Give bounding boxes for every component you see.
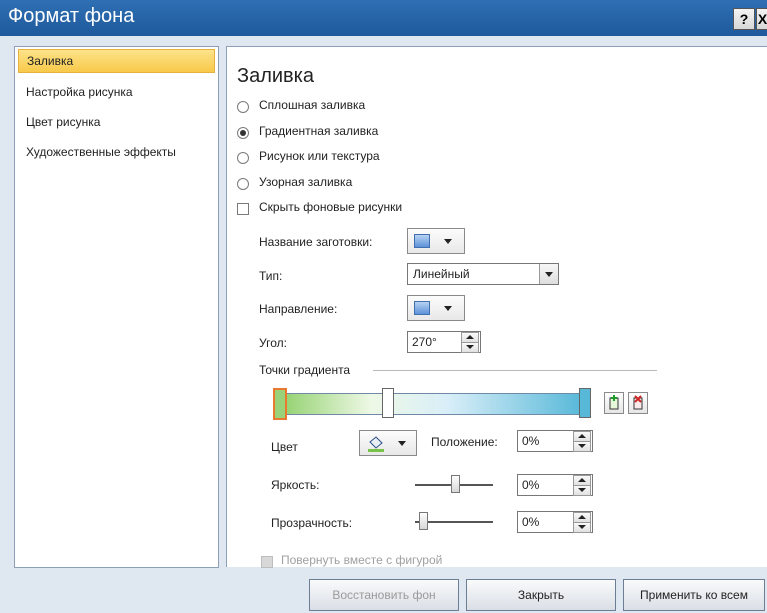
color-dropdown[interactable] (359, 430, 417, 456)
color-label: Цвет (271, 440, 298, 454)
direction-swatch-icon (414, 301, 430, 315)
transparency-down-button[interactable] (573, 522, 591, 533)
radio-picture-texture-label: Рисунок или текстура (259, 149, 380, 163)
transparency-value: 0% (522, 515, 540, 529)
angle-value: 270° (412, 335, 437, 349)
radio-gradient-fill[interactable] (237, 127, 249, 139)
apply-to-all-button[interactable]: Применить ко всем (623, 579, 765, 611)
arrow-down-icon (466, 345, 474, 349)
title-bar: Формат фона ? X (0, 0, 767, 36)
direction-label: Направление: (259, 302, 338, 316)
chevron-down-icon (398, 441, 406, 446)
main-panel: Заливка Сплошная заливка Градиентная зал… (226, 46, 767, 568)
add-stop-button[interactable] (604, 392, 624, 414)
radio-solid-fill[interactable] (237, 101, 249, 113)
gradient-stop-selected[interactable] (273, 388, 287, 420)
radio-picture-texture[interactable] (237, 152, 249, 164)
brightness-slider-thumb[interactable] (451, 475, 460, 493)
rotate-with-shape-label: Повернуть вместе с фигурой (281, 553, 443, 567)
paint-bucket-icon (368, 436, 384, 452)
sidebar-item-artistic-effects[interactable]: Художественные эффекты (18, 141, 215, 163)
sidebar-item-picture-settings[interactable]: Настройка рисунка (18, 81, 215, 103)
type-select-value: Линейный (413, 267, 470, 281)
preset-dropdown[interactable] (407, 228, 465, 254)
gradient-stop-3[interactable] (579, 388, 591, 418)
transparency-input[interactable]: 0% (517, 511, 593, 533)
add-gradient-stop-icon (609, 395, 619, 410)
position-down-button[interactable] (573, 441, 591, 452)
direction-dropdown[interactable] (407, 295, 465, 321)
close-button[interactable]: Закрыть (466, 579, 616, 611)
radio-gradient-fill-label: Градиентная заливка (259, 124, 379, 138)
radio-solid-fill-label: Сплошная заливка (259, 98, 366, 112)
remove-stop-button[interactable] (628, 392, 648, 414)
brightness-value: 0% (522, 478, 540, 492)
angle-input[interactable]: 270° (407, 331, 481, 353)
section-heading: Заливка (237, 65, 314, 87)
brightness-label: Яркость: (271, 478, 320, 492)
radio-pattern-fill[interactable] (237, 178, 249, 190)
angle-label: Угол: (259, 336, 287, 350)
hide-background-checkbox[interactable] (237, 203, 249, 215)
type-label: Тип: (259, 269, 283, 283)
window-title: Формат фона (8, 5, 135, 27)
gradient-swatch-icon (414, 234, 430, 248)
restore-background-button[interactable]: Восстановить фон (309, 579, 459, 611)
section-divider (373, 370, 657, 371)
type-select[interactable]: Линейный (407, 263, 559, 285)
chevron-down-icon (545, 272, 553, 277)
brightness-input[interactable]: 0% (517, 474, 593, 496)
preset-label: Название заготовки: (259, 235, 373, 249)
rotate-with-shape-checkbox[interactable] (261, 556, 273, 568)
radio-pattern-fill-label: Узорная заливка (259, 175, 353, 189)
position-input[interactable]: 0% (517, 430, 593, 452)
hide-background-label: Скрыть фоновые рисунки (259, 200, 403, 214)
position-label: Положение: (431, 435, 498, 449)
position-value: 0% (522, 434, 540, 448)
arrow-up-icon (466, 335, 474, 339)
arrow-down-icon (578, 444, 586, 448)
sidebar: Заливка Настройка рисунка Цвет рисунка Х… (14, 46, 219, 568)
arrow-down-icon (578, 488, 586, 492)
sidebar-item-fill[interactable]: Заливка (18, 49, 215, 73)
arrow-up-icon (578, 515, 586, 519)
transparency-label: Прозрачность: (271, 516, 353, 530)
gradient-stops-label: Точки градиента (259, 363, 351, 377)
chevron-down-icon (444, 306, 452, 311)
angle-down-button[interactable] (461, 342, 479, 353)
arrow-up-icon (578, 434, 586, 438)
help-button[interactable]: ? (733, 8, 755, 30)
gradient-stop-2[interactable] (382, 388, 394, 418)
close-window-button[interactable]: X (756, 8, 767, 30)
gradient-bar[interactable] (277, 393, 589, 415)
type-select-button[interactable] (539, 264, 558, 284)
remove-gradient-stop-icon (633, 395, 643, 410)
chevron-down-icon (444, 239, 452, 244)
arrow-up-icon (578, 478, 586, 482)
arrow-down-icon (578, 525, 586, 529)
transparency-slider-thumb[interactable] (419, 512, 428, 530)
brightness-down-button[interactable] (573, 485, 591, 496)
sidebar-item-picture-color[interactable]: Цвет рисунка (18, 111, 215, 133)
